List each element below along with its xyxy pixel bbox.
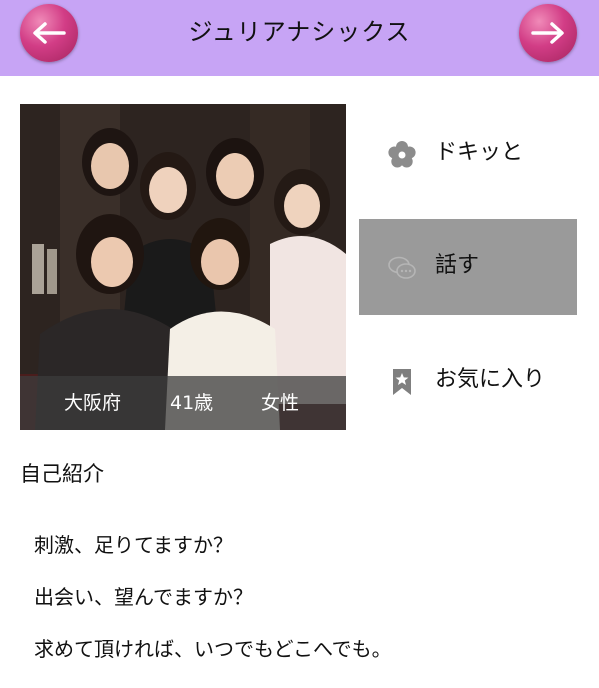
intro-line: 出会い、望んでますか？ bbox=[34, 585, 253, 609]
self-intro-heading: 自己紹介 bbox=[20, 462, 104, 486]
arrow-left-icon bbox=[33, 22, 66, 44]
next-button[interactable] bbox=[519, 4, 577, 62]
page-title: ジュリアナシックス bbox=[188, 18, 411, 46]
profile-info-bar: 大阪府 41歳 女性 bbox=[20, 376, 346, 430]
favorite-button[interactable]: お気に入り bbox=[359, 333, 577, 429]
header-bar: ジュリアナシックス bbox=[0, 0, 599, 76]
bookmark-star-icon bbox=[393, 369, 411, 395]
talk-label: 話す bbox=[435, 253, 480, 278]
arrow-right-icon bbox=[531, 22, 564, 44]
flower-icon bbox=[388, 141, 416, 168]
gender-label: 女性 bbox=[261, 392, 300, 414]
intro-line: 刺激、足りてますか？ bbox=[34, 533, 233, 557]
talk-button[interactable]: 話す bbox=[359, 219, 577, 315]
self-intro-text: 刺激、足りてますか？ 出会い、望んでますか？ 求めて頂ければ、いつでもどこへでも… bbox=[34, 506, 392, 688]
dokitto-button[interactable]: ドキッと bbox=[359, 106, 577, 202]
profile-photo[interactable]: 大阪府 41歳 女性 bbox=[20, 104, 346, 430]
prefecture-label: 大阪府 bbox=[64, 392, 122, 414]
dokitto-label: ドキッと bbox=[435, 140, 524, 165]
favorite-label: お気に入り bbox=[435, 367, 546, 392]
age-label: 41歳 bbox=[170, 392, 214, 414]
back-button[interactable] bbox=[20, 4, 78, 62]
chat-bubbles-icon bbox=[388, 256, 416, 279]
intro-line: 求めて頂ければ、いつでもどこへでも。 bbox=[34, 637, 392, 661]
